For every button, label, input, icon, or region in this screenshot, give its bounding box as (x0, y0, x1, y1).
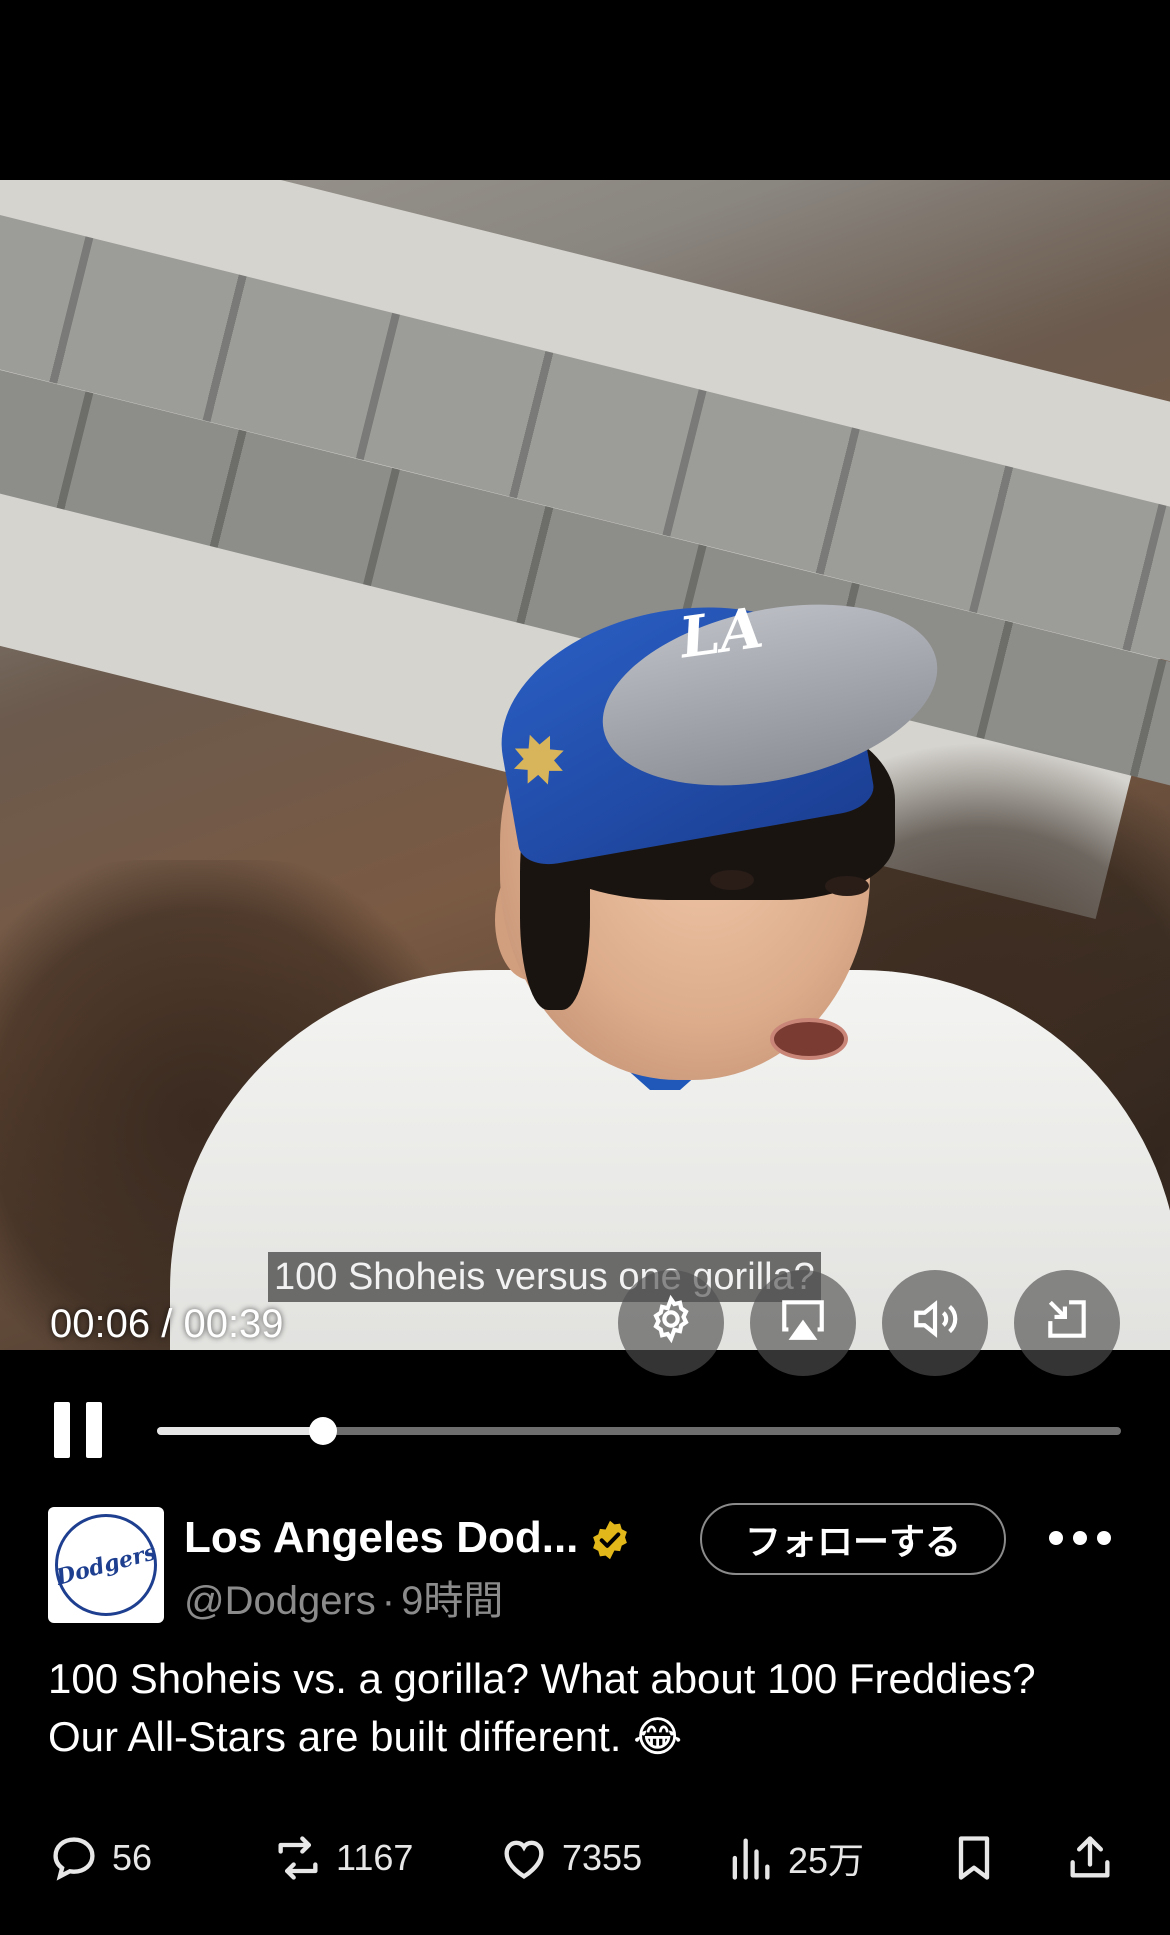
heart-icon (504, 1840, 544, 1879)
time-current: 00:06 (50, 1302, 151, 1346)
more-options-button[interactable] (1049, 1523, 1111, 1553)
video-scrubber[interactable] (157, 1417, 1121, 1445)
share-button[interactable] (1064, 1830, 1128, 1886)
video-scene-eye-left (710, 870, 754, 890)
reply-count: 56 (112, 1837, 153, 1878)
follow-button[interactable]: フォローする (700, 1503, 1006, 1575)
repost-icon (278, 1836, 318, 1880)
dodgers-logo: Dodgers (53, 1514, 159, 1616)
post-text-line-2: Our All-Stars are built different. 😂 (48, 1713, 683, 1760)
views-count: 25万 (788, 1840, 865, 1881)
author-handle[interactable]: @Dodgers (184, 1579, 376, 1623)
time-total: 00:39 (183, 1302, 284, 1346)
volume-button[interactable] (882, 1270, 988, 1376)
bookmark-button[interactable] (948, 1830, 1012, 1886)
video-scene-eye-right (825, 876, 869, 896)
verified-badge-icon (593, 1520, 627, 1560)
repost-button[interactable]: 1167 (272, 1830, 413, 1886)
gear-icon (653, 1294, 689, 1344)
exit-fullscreen-icon (1048, 1300, 1086, 1338)
meta-separator: · (381, 1579, 396, 1623)
reply-icon (53, 1837, 95, 1881)
time-separator: / (150, 1302, 184, 1346)
pause-icon-bar-right (86, 1402, 102, 1458)
video-player[interactable]: LA ✸ LA (0, 180, 1170, 1350)
like-count: 7355 (562, 1837, 643, 1878)
more-dot-3 (1097, 1531, 1111, 1545)
pause-button[interactable] (52, 1402, 104, 1458)
post-text-line-1: 100 Shoheis vs. a gorilla? What about 10… (48, 1655, 1036, 1702)
like-button[interactable]: 7355 (498, 1830, 642, 1886)
video-scene-mouth (770, 1018, 848, 1060)
video-scrubber-thumb[interactable] (308, 1417, 337, 1445)
reply-button[interactable]: 56 (48, 1830, 152, 1886)
share-icon (1070, 1836, 1110, 1878)
video-time: 00:06 / 00:39 (50, 1302, 284, 1347)
bookmark-icon (958, 1836, 990, 1880)
analytics-icon (732, 1838, 770, 1880)
video-progress-fill (157, 1427, 323, 1435)
speaker-icon (914, 1300, 958, 1338)
airplay-icon (782, 1300, 824, 1340)
author-meta: @Dodgers · 9時間 (184, 1568, 503, 1626)
cap-logo: LA (675, 594, 768, 672)
airplay-button[interactable] (750, 1270, 856, 1376)
repost-count: 1167 (336, 1837, 414, 1878)
settings-button[interactable] (618, 1270, 724, 1376)
video-subtitle: 100 Shoheis versus one gorilla? (268, 1252, 821, 1302)
more-dot-2 (1073, 1531, 1087, 1545)
views-button[interactable]: 25万 (724, 1830, 864, 1886)
post-time[interactable]: 9時間 (401, 1579, 503, 1623)
exit-fullscreen-button[interactable] (1014, 1270, 1120, 1376)
author-name[interactable]: Los Angeles Dod... (184, 1513, 578, 1563)
more-dot-1 (1049, 1531, 1063, 1545)
avatar[interactable]: Dodgers (48, 1507, 164, 1623)
post-text: 100 Shoheis vs. a gorilla? What about 10… (48, 1650, 1128, 1766)
pause-icon-bar-left (54, 1402, 70, 1458)
avatar-logo-text: Dodgers (53, 1539, 159, 1591)
